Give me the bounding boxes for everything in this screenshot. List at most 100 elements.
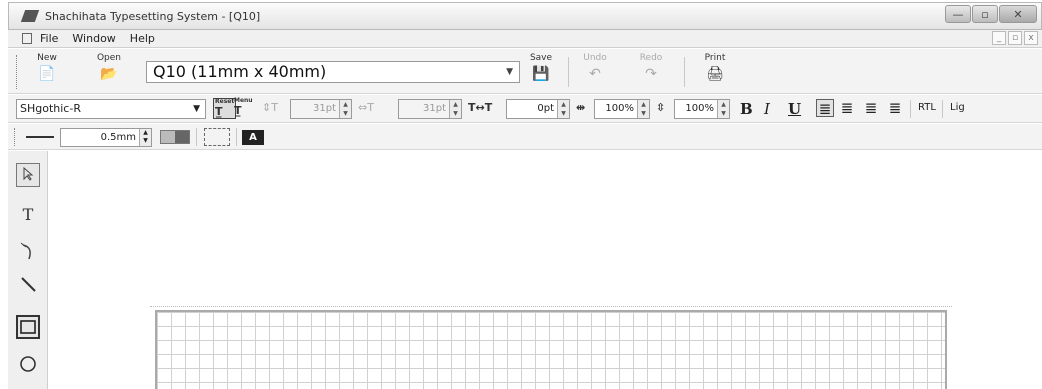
bold-button[interactable]: B — [740, 99, 753, 119]
font-select[interactable]: SHgothic-R ▼ — [16, 99, 206, 119]
stamp-page-grid[interactable] — [155, 310, 947, 389]
save-label: Save — [529, 53, 553, 63]
letter-spacing-icon: T↔T — [468, 101, 493, 114]
menu-bar: File Window Help _ ▫ x — [8, 30, 1042, 48]
redo-button[interactable]: Redo ↷ — [634, 53, 668, 89]
maximize-button[interactable]: ▫ — [972, 5, 998, 23]
vertical-scale-input[interactable]: 100% ▲ ▼ — [674, 99, 730, 119]
char-width-value: 31pt — [423, 103, 446, 114]
chevron-down-icon[interactable]: ▼ — [193, 100, 200, 118]
new-label: New — [37, 53, 57, 63]
print-button[interactable]: Print 🖨 — [698, 53, 732, 89]
horizontal-scale-input[interactable]: 100% ▲ ▼ — [594, 99, 650, 119]
select-tool-icon[interactable] — [16, 163, 40, 187]
reset-text-button[interactable]: Reset T̲ — [213, 98, 237, 119]
print-icon: 🖨 — [706, 66, 724, 82]
line-toolbar: 0.5mm ▲ ▼ A — [8, 124, 1042, 150]
char-width-input[interactable]: 31pt ▲ ▼ — [398, 99, 462, 119]
char-width-icon: ⇔T — [358, 101, 374, 114]
align-justify-icon[interactable]: ≣ — [886, 99, 904, 117]
redo-label: Redo — [639, 53, 663, 63]
align-left-icon[interactable]: ≣ — [816, 99, 834, 118]
text-tool-icon[interactable]: T — [16, 203, 40, 227]
menu-help[interactable]: Help — [130, 32, 155, 45]
chevron-down-icon[interactable]: ▼ — [506, 62, 513, 82]
title-bar: Shachihata Typesetting System - [Q10] — … — [8, 2, 1042, 30]
minimize-button[interactable]: — — [945, 5, 971, 23]
char-height-value: 31pt — [313, 103, 336, 114]
toolbar-divider — [684, 57, 685, 87]
align-center-icon[interactable]: ≣ — [838, 99, 856, 117]
menu-label: Menu — [234, 97, 253, 104]
mdi-controls: _ ▫ x — [992, 31, 1038, 45]
spinner-icon[interactable]: ▲ ▼ — [139, 129, 151, 146]
rectangle-tool-icon[interactable] — [16, 315, 40, 339]
undo-icon: ↶ — [589, 66, 601, 82]
ligature-button[interactable]: Lig — [950, 102, 965, 113]
mdi-restore-button[interactable]: ▫ — [1008, 31, 1022, 45]
window-controls: — ▫ ✕ — [945, 5, 1037, 23]
save-icon: 💾 — [532, 66, 550, 82]
spinner-icon[interactable]: ▲ ▼ — [557, 100, 569, 118]
toolbar-divider — [942, 100, 943, 118]
menu-file[interactable]: File — [40, 32, 58, 45]
toolbar-divider — [910, 100, 911, 118]
italic-button[interactable]: I — [764, 99, 770, 119]
spinner-icon[interactable]: ▲ ▼ — [637, 100, 649, 118]
redo-icon: ↷ — [645, 66, 657, 82]
toolbar-divider — [568, 57, 569, 87]
tool-sidebar: T — [8, 151, 48, 389]
toolbar-divider — [196, 128, 197, 146]
curve-tool-icon[interactable] — [16, 241, 40, 265]
pointer-arrow-icon — [23, 166, 34, 181]
page-guide — [150, 306, 952, 309]
new-button[interactable]: New 📄 — [30, 53, 64, 89]
toolbar-grip[interactable] — [14, 128, 17, 146]
spinner-icon[interactable]: ▲ ▼ — [339, 100, 351, 118]
undo-button[interactable]: Undo ↶ — [578, 53, 612, 89]
vertical-scale-value: 100% — [685, 103, 714, 114]
line-thickness-input[interactable]: 0.5mm ▲ ▼ — [60, 128, 152, 147]
char-height-icon: ⇕T — [262, 101, 278, 114]
save-button[interactable]: Save 💾 — [524, 53, 558, 89]
document-icon[interactable] — [22, 33, 32, 44]
window-title: Shachihata Typesetting System - [Q10] — [45, 9, 261, 23]
line-tool-icon[interactable] — [16, 275, 40, 299]
mdi-close-button[interactable]: x — [1024, 31, 1038, 45]
open-folder-icon: 📂 — [100, 66, 118, 82]
size-select-value: Q10 (11mm x 40mm) — [153, 62, 327, 81]
size-select[interactable]: Q10 (11mm x 40mm) ▼ — [146, 61, 520, 83]
mdi-minimize-button[interactable]: _ — [992, 31, 1006, 45]
main-toolbar: New 📄 Open 📂 Q10 (11mm x 40mm) ▼ Save 💾 … — [8, 49, 1042, 94]
bezier-icon — [20, 242, 31, 260]
open-label: Open — [96, 53, 122, 63]
rtl-button[interactable]: RTL — [918, 102, 936, 113]
font-select-value: SHgothic-R — [20, 102, 81, 115]
frame-icon[interactable] — [204, 128, 230, 146]
toolbar-grip[interactable] — [16, 55, 19, 89]
close-button[interactable]: ✕ — [999, 5, 1037, 23]
menu-window[interactable]: Window — [72, 32, 115, 45]
rectangle-icon — [20, 320, 36, 334]
menu-text-button[interactable]: Menu T̲ — [234, 97, 253, 118]
new-document-icon: 📄 — [38, 66, 56, 82]
letter-spacing-input[interactable]: 0pt ▲ ▼ — [506, 99, 570, 119]
horizontal-scale-icon: ⇹ — [576, 101, 586, 114]
align-right-icon[interactable]: ≣ — [862, 99, 880, 117]
app-icon — [20, 10, 40, 22]
ellipse-tool-icon[interactable] — [16, 355, 40, 379]
spinner-icon[interactable]: ▲ ▼ — [449, 100, 461, 118]
circle-icon — [20, 356, 36, 372]
toolbar-divider — [236, 128, 237, 146]
fill-text-button[interactable]: A — [242, 130, 264, 145]
line-color-icon[interactable] — [160, 130, 190, 144]
format-toolbar: SHgothic-R ▼ Reset T̲ Menu T̲ ⇕T 31pt ▲ ▼ ⇔… — [8, 95, 1042, 123]
horizontal-scale-value: 100% — [605, 103, 634, 114]
diagonal-line-icon — [21, 277, 36, 292]
open-button[interactable]: Open 📂 — [92, 53, 126, 89]
spinner-icon[interactable]: ▲ ▼ — [717, 100, 729, 118]
line-style-icon[interactable] — [26, 136, 54, 138]
char-height-input[interactable]: 31pt ▲ ▼ — [290, 99, 352, 119]
underline-button[interactable]: U — [788, 99, 801, 119]
line-thickness-value: 0.5mm — [100, 132, 136, 143]
